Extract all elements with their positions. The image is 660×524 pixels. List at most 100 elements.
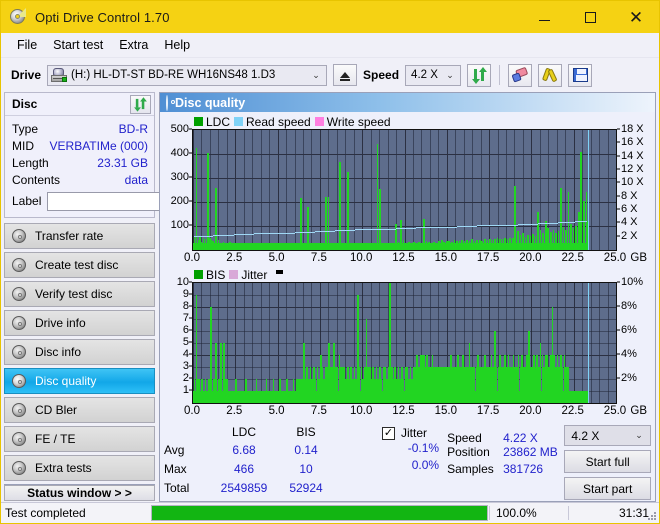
y2-tick-label: 18 X [621, 123, 644, 135]
speed-row: Speed 4.22 X [447, 425, 564, 445]
window-title: Opti Drive Control 1.70 [35, 9, 170, 25]
disc-type-label: Type [12, 121, 39, 136]
disc-icon [12, 403, 26, 417]
y2-tick-label: 8% [621, 300, 637, 312]
progress-bar [151, 505, 488, 521]
legend-swatch-jitter [229, 270, 239, 279]
refresh-icon [471, 67, 487, 84]
jitter-checkbox[interactable]: ✓ [382, 426, 395, 440]
sidebar-item-label: CD Bler [35, 403, 78, 417]
x-tick-label: 2.5 [226, 252, 243, 264]
sidebar-item-disc-quality[interactable]: Disc quality [4, 368, 155, 394]
sidebar-item-extra-tests[interactable]: Extra tests [4, 455, 155, 481]
status-window-button[interactable]: Status window > > [4, 485, 155, 501]
resize-grip[interactable] [647, 511, 657, 521]
close-icon: ✕ [628, 7, 644, 27]
jitter-avg-value: -0.1% [407, 441, 440, 455]
eraser-icon [510, 66, 531, 85]
legend-swatch-read-speed [234, 117, 244, 126]
y-tick-label: 10 [176, 276, 189, 288]
y-tick-label: 300 [170, 171, 189, 183]
close-button[interactable]: ✕ [613, 1, 659, 33]
sidebar-item-disc-info[interactable]: Disc info [4, 339, 155, 365]
disc-icon [12, 345, 26, 359]
window-controls: ✕ [521, 1, 659, 33]
disc-label-row: Label [12, 190, 251, 212]
disc-properties: Type BD-R MID VERBATIMe (000) Length 23.… [5, 116, 251, 217]
start-part-button[interactable]: Start part [564, 477, 651, 500]
start-full-button[interactable]: Start full [564, 450, 651, 473]
disc-mid-value: VERBATIMe (000) [49, 138, 148, 153]
chart-ldc-x-axis: 0.0 2.5 5.0 7.5 10.0 12.5 15.0 17.5 20.0 22.5 25.0… [184, 251, 647, 267]
speed-select[interactable]: 4.2 X ⌄ [405, 64, 462, 86]
tools-icon [541, 67, 558, 83]
test-speed-select[interactable]: 4.2 X ⌄ [564, 425, 651, 446]
maximize-button[interactable] [567, 1, 613, 33]
menu-help[interactable]: Help [156, 36, 198, 54]
sidebar-item-label: Extra tests [35, 461, 92, 475]
legend-swatch-ldc [194, 117, 203, 126]
legend-item-write-speed: Write speed [314, 115, 391, 129]
y2-tick-label: 4% [621, 348, 637, 360]
y2-tick-label: 16 X [621, 136, 644, 149]
x-tick-label: 15.0 [434, 252, 457, 264]
disc-quality-icon [166, 94, 168, 111]
legend-marker-black [276, 269, 284, 274]
chart-ldc: LDC Read speed Write speed 100 200 300 400 5… [164, 114, 651, 267]
sidebar-item-cd-bler[interactable]: CD Bler [4, 397, 155, 423]
legend-label-jitter: Jitter [241, 267, 268, 282]
checkmark-icon: ✓ [383, 426, 394, 439]
sidebar-item-label: Disc quality [35, 374, 97, 388]
save-button[interactable] [568, 63, 593, 87]
sidebar: Disc Type BD-R MID VERBATIMe (000) Lengt… [1, 92, 251, 502]
speed-select-value: 4.2 X [411, 69, 438, 81]
x-tick-label: 17.5 [476, 252, 500, 264]
minimize-button[interactable] [521, 1, 567, 33]
legend-swatch-write-speed [314, 117, 324, 126]
charts-area: LDC Read speed Write speed 100 200 300 400 5… [160, 112, 655, 420]
y2-tick-label: 14 X [621, 149, 644, 162]
sidebar-item-verify-test-disc[interactable]: Verify test disc [4, 281, 155, 307]
jitter-header: ✓ Jitter [342, 425, 443, 441]
sidebar-item-drive-info[interactable]: Drive info [4, 310, 155, 336]
disc-icon [12, 287, 26, 301]
sidebar-item-create-test-disc[interactable]: Create test disc [4, 252, 155, 278]
x-tick-label: 25.0 [603, 252, 627, 264]
jitter-max-value: 0.0% [411, 458, 440, 472]
stats-max-ldc: 466 [233, 462, 255, 476]
eject-button[interactable] [333, 64, 358, 86]
legend-swatch-bis [194, 270, 203, 279]
tools-button[interactable] [538, 63, 563, 87]
progress-fill [152, 506, 487, 520]
menu-start-test[interactable]: Start test [45, 36, 111, 54]
disc-panel-title: Disc [12, 97, 38, 111]
stats-header-ldc: LDC [231, 425, 256, 439]
y-tick-label: 200 [170, 195, 189, 207]
disc-panel-header: Disc [5, 93, 154, 116]
sidebar-item-transfer-rate[interactable]: Transfer rate [4, 223, 155, 249]
stats-row-label-total: Total [164, 481, 190, 495]
sidebar-item-fe-te[interactable]: FE / TE [4, 426, 155, 452]
x-tick-label: 15.0 [434, 405, 457, 417]
menu-extra[interactable]: Extra [111, 36, 156, 54]
y2-tick-label: 12 X [621, 163, 644, 175]
x-tick-label: 25.0 [603, 405, 627, 417]
x-tick-label: 22.5 [561, 405, 584, 417]
refresh-button[interactable] [467, 63, 492, 87]
disc-icon [12, 461, 26, 475]
disc-refresh-button[interactable] [130, 94, 151, 114]
x-tick-label: 20.0 [519, 405, 542, 417]
menu-file[interactable]: File [9, 36, 45, 54]
erase-button[interactable] [508, 63, 533, 87]
panel-header: Disc quality [160, 93, 655, 112]
x-tick-label: 7.5 [310, 405, 327, 417]
app-window: Opti Drive Control 1.70 ✕ File Start tes… [0, 0, 660, 524]
chart-bis: BIS Jitter 1 2 3 4 5 6 7 8 9 10 2% 4% 6% 8% 10% 0.0 2 [164, 267, 651, 420]
position-label: Position [447, 445, 490, 459]
chart-bis-legend: BIS Jitter [164, 267, 651, 282]
drive-select[interactable]: (H:) HL-DT-ST BD-RE WH16NS48 1.D3 ⌄ [47, 64, 328, 86]
stats-max-bis: 10 [299, 462, 313, 476]
x-tick-label: 7.5 [310, 252, 327, 264]
legend-label-read-speed: Read speed [246, 114, 311, 129]
x-tick-label: 0.0 [184, 252, 200, 264]
